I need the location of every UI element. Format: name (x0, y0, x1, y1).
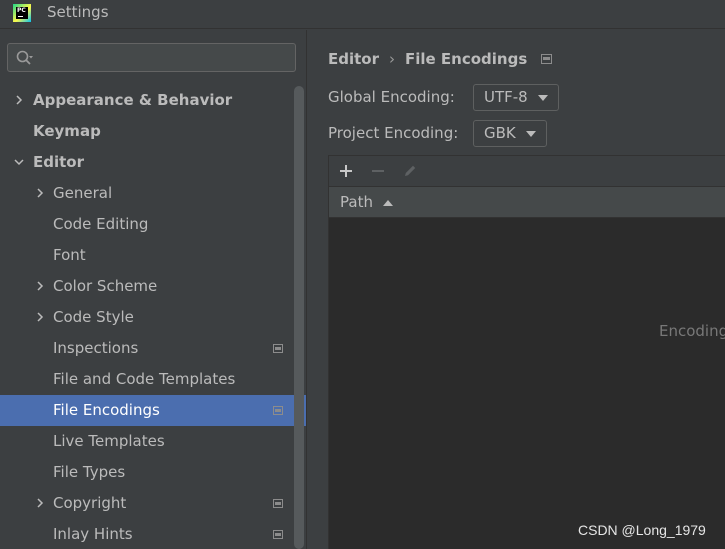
title-bar: PC Settings (0, 0, 725, 29)
chevron-down-icon[interactable] (14, 157, 24, 167)
search-box[interactable] (7, 43, 296, 72)
breadcrumb-separator: › (389, 50, 395, 68)
sidebar-item-label: Code Editing (53, 215, 149, 233)
settings-tree: Appearance & Behavior Keymap Editor General… (0, 85, 306, 549)
sidebar-item-inspections[interactable]: Inspections (0, 333, 293, 364)
global-encoding-select[interactable]: UTF-8 (473, 84, 559, 111)
chevron-right-icon[interactable] (35, 281, 45, 291)
breadcrumb-current: File Encodings (405, 50, 528, 68)
table-body[interactable]: Encoding (329, 218, 725, 549)
project-scope-icon (273, 530, 283, 539)
global-encoding-value: UTF-8 (484, 88, 528, 106)
sidebar-item-editor[interactable]: Editor (0, 147, 293, 178)
project-scope-icon (273, 344, 283, 353)
sidebar-item-code-editing[interactable]: Code Editing (0, 209, 293, 240)
sidebar-item-label: Keymap (33, 122, 101, 140)
global-encoding-label: Global Encoding: (328, 88, 455, 106)
table-toolbar (329, 156, 725, 187)
sidebar-item-label: Live Templates (53, 432, 165, 450)
column-path[interactable]: Path (340, 193, 373, 211)
pycharm-logo-icon: PC (13, 4, 31, 22)
settings-sidebar: Appearance & Behavior Keymap Editor General… (0, 30, 306, 549)
sidebar-item-label: Font (53, 246, 86, 264)
sidebar-item-label: Appearance & Behavior (33, 91, 233, 109)
sidebar-item-label: File and Code Templates (53, 370, 236, 388)
sidebar-item-label: Editor (33, 153, 84, 171)
path-encoding-table: Path Encoding (328, 155, 725, 549)
sort-ascending-icon[interactable] (383, 200, 393, 206)
project-encoding-label: Project Encoding: (328, 124, 459, 142)
main-panel: Editor › File Encodings Global Encoding: U… (306, 30, 725, 549)
project-scope-icon (273, 499, 283, 508)
sidebar-item-live-templates[interactable]: Live Templates (0, 426, 293, 457)
sidebar-item-label: Inlay Hints (53, 525, 133, 543)
sidebar-item-keymap[interactable]: Keymap (0, 116, 293, 147)
table-header: Path (329, 187, 725, 218)
sidebar-item-label: File Types (53, 463, 126, 481)
search-icon (16, 50, 33, 65)
chevron-down-icon (526, 131, 536, 137)
sidebar-item-label: Copyright (53, 494, 127, 512)
window-title: Settings (47, 3, 109, 21)
sidebar-item-general[interactable]: General (0, 178, 293, 209)
chevron-right-icon[interactable] (35, 312, 45, 322)
sidebar-item-code-style[interactable]: Code Style (0, 302, 293, 333)
sidebar-item-font[interactable]: Font (0, 240, 293, 271)
sidebar-item-file-encodings[interactable]: File Encodings (0, 395, 306, 426)
chevron-right-icon[interactable] (35, 188, 45, 198)
sidebar-item-file-and-code-templates[interactable]: File and Code Templates (0, 364, 293, 395)
search-input[interactable] (42, 48, 287, 68)
project-encoding-select[interactable]: GBK (473, 120, 547, 147)
sidebar-item-label: Code Style (53, 308, 134, 326)
empty-table-text: Encoding (659, 322, 725, 340)
breadcrumb-parent[interactable]: Editor (328, 50, 379, 68)
sidebar-item-appearance-behavior[interactable]: Appearance & Behavior (0, 85, 293, 116)
sidebar-item-inlay-hints[interactable]: Inlay Hints (0, 519, 293, 549)
edit-icon[interactable] (402, 163, 418, 179)
sidebar-item-label: File Encodings (53, 401, 160, 419)
breadcrumb: Editor › File Encodings (328, 50, 553, 68)
project-scope-icon (541, 54, 553, 64)
sidebar-item-copyright[interactable]: Copyright (0, 488, 293, 519)
sidebar-item-label: Color Scheme (53, 277, 158, 295)
minus-icon[interactable] (370, 163, 386, 179)
chevron-right-icon[interactable] (35, 498, 45, 508)
plus-icon[interactable] (338, 163, 354, 179)
sidebar-item-file-types[interactable]: File Types (0, 457, 293, 488)
logo-text: PC (17, 7, 26, 14)
watermark: CSDN @Long_1979 (578, 522, 706, 538)
chevron-down-icon (538, 95, 548, 101)
sidebar-item-label: Inspections (53, 339, 139, 357)
sidebar-item-label: General (53, 184, 113, 202)
sidebar-item-color-scheme[interactable]: Color Scheme (0, 271, 293, 302)
project-encoding-value: GBK (484, 124, 516, 142)
chevron-right-icon[interactable] (14, 95, 24, 105)
project-scope-icon (273, 406, 283, 415)
sidebar-scrollbar[interactable] (294, 86, 304, 549)
